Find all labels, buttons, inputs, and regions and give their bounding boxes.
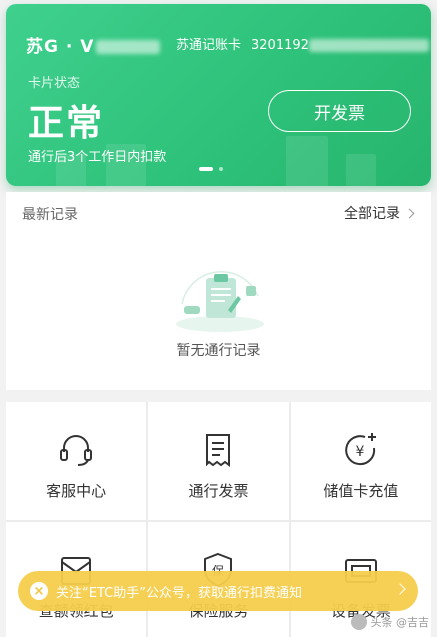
account-label: 苏通记账卡: [176, 38, 242, 53]
toast-text: 关注“ETC助手”公众号，获取通行扣费通知: [56, 585, 302, 601]
follow-account-toast[interactable]: × 关注“ETC助手”公众号，获取通行扣费通知: [18, 571, 418, 611]
watermark-text: 头条 @吉吉: [370, 616, 430, 629]
etc-card[interactable]: 苏G · V 苏通记账卡 3201192 卡片状态 正常 通行后3个工作日内扣款 …: [6, 4, 431, 186]
service-label: 通行发票: [188, 482, 249, 500]
account-info: 苏通记账卡 3201192: [176, 34, 429, 53]
masked-account: [308, 39, 429, 52]
chevron-right-icon: [394, 583, 406, 595]
close-icon[interactable]: ×: [30, 582, 48, 600]
card-status: 正常: [28, 103, 105, 144]
watermark-logo-icon: [350, 614, 367, 630]
svg-text:¥: ¥: [355, 444, 364, 460]
deduction-note: 通行后3个工作日内扣款: [28, 150, 167, 165]
issue-invoice-button[interactable]: 开发票: [268, 90, 411, 132]
masked-plate: [96, 40, 161, 54]
service-customer-center[interactable]: 客服中心: [6, 402, 147, 520]
carousel-dot-active: [199, 167, 213, 171]
service-stored-value-recharge[interactable]: ¥ 储值卡充值: [290, 402, 431, 520]
service-label: 储值卡充值: [323, 482, 399, 500]
service-toll-invoice[interactable]: 通行发票: [148, 402, 289, 520]
status-label: 卡片状态: [28, 76, 81, 91]
headset-icon: [60, 435, 93, 466]
chevron-right-icon: [404, 208, 415, 218]
all-records-link[interactable]: 全部记录: [344, 203, 415, 223]
latest-records-title: 最新记录: [22, 207, 78, 223]
receipt-icon: [206, 434, 231, 467]
carousel-indicator: [199, 167, 223, 171]
watermark: 头条 @吉吉: [350, 614, 430, 630]
service-label: 客服中心: [46, 482, 107, 500]
carousel-dot: [219, 167, 223, 171]
all-records-label: 全部记录: [344, 206, 400, 222]
yuan-plus-icon: ¥: [344, 433, 376, 466]
records-panel: 最新记录 全部记录 暂无通行记录: [6, 192, 431, 390]
empty-records-text: 暂无通行记录: [176, 343, 261, 359]
empty-records-illustration: [176, 271, 264, 332]
account-number: 3201192: [251, 38, 309, 53]
license-plate: 苏G · V: [26, 32, 161, 57]
